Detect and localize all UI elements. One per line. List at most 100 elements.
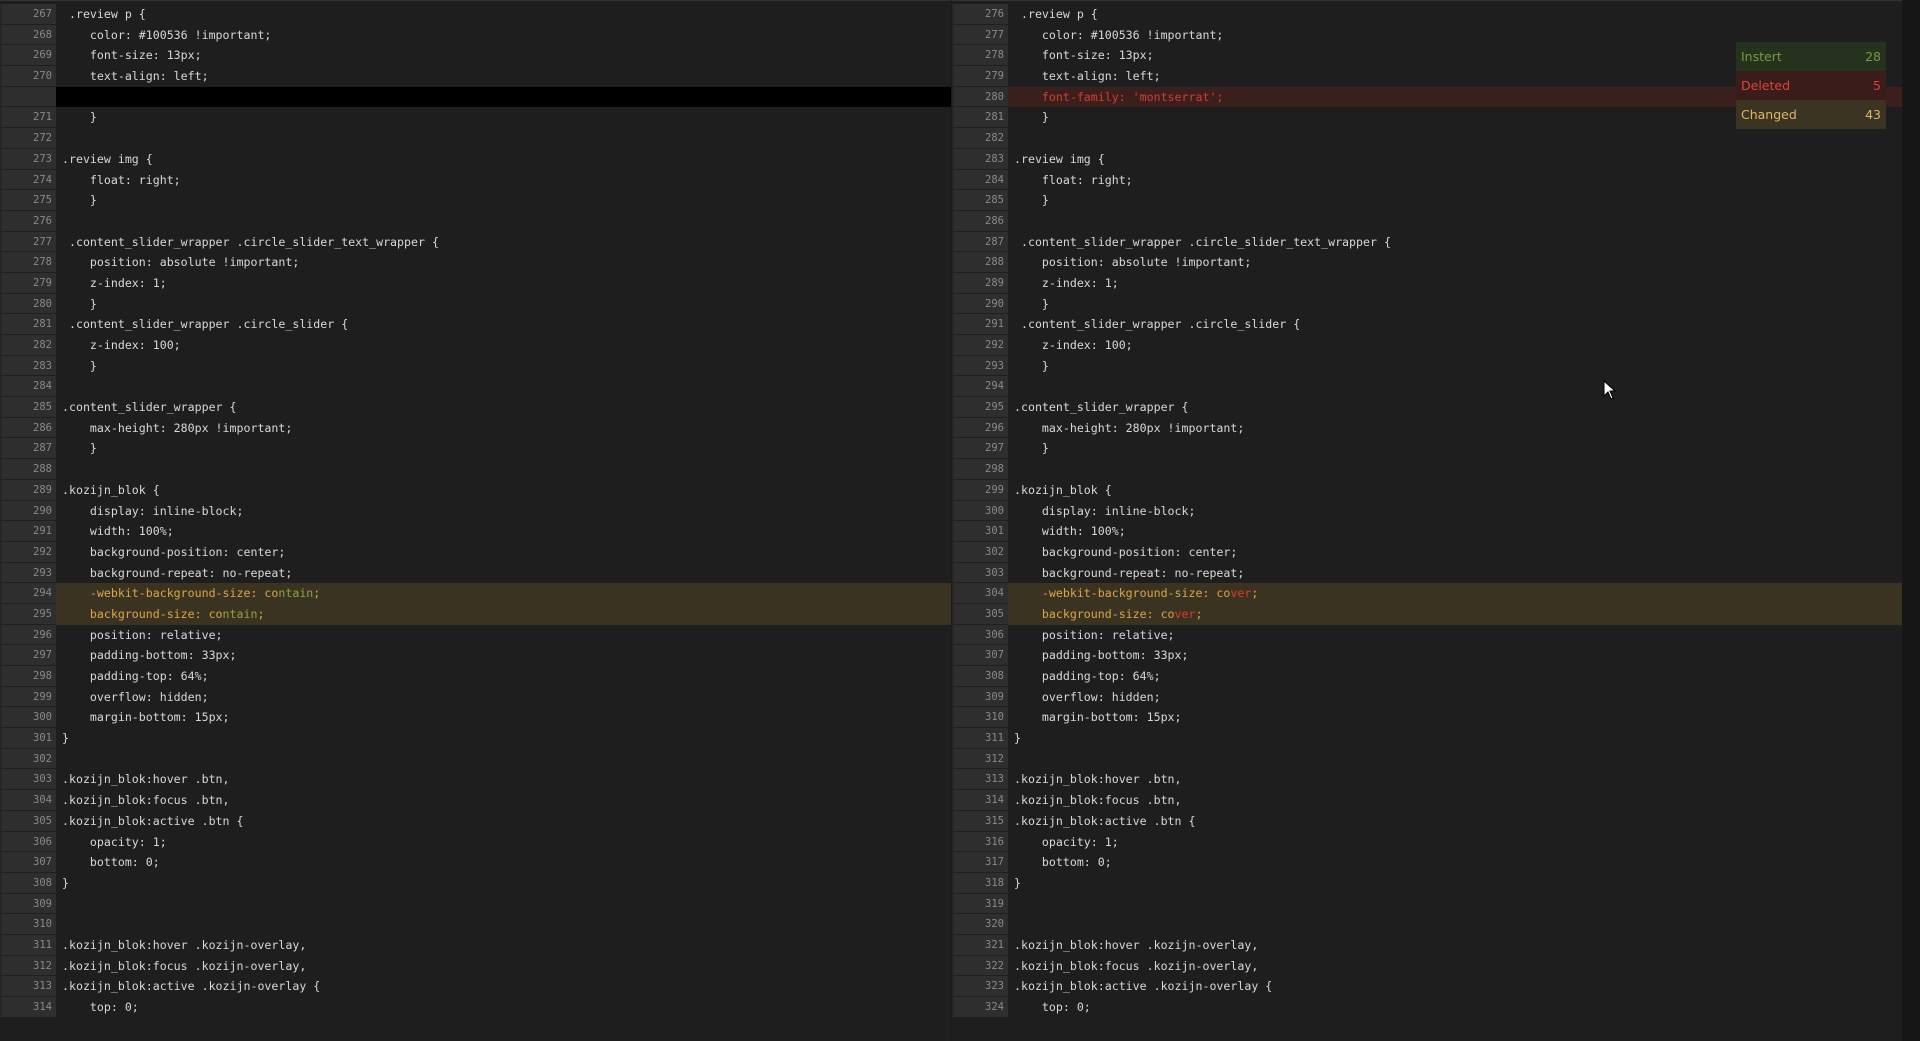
line-number: 293: [0, 562, 56, 584]
code-line: 278 position: absolute !important;: [0, 252, 951, 273]
line-number: 283: [952, 148, 1008, 170]
changed-segment: ntain: [222, 606, 258, 621]
code-text: position: absolute !important;: [1014, 255, 1252, 270]
line-number: 311: [952, 728, 1008, 749]
code-text: padding-bottom: 33px;: [1014, 648, 1189, 663]
line-number: 308: [0, 872, 56, 894]
code-segment: ;: [1195, 606, 1203, 621]
code-text: background-position: center;: [62, 544, 286, 559]
code-line: 321 .kozijn_blok:hover .kozijn-overlay,: [952, 934, 1902, 956]
code-text: .content_slider_wrapper .circle_slider_t…: [62, 234, 439, 249]
code-line: 283 }: [0, 355, 951, 377]
line-number: 318: [952, 872, 1008, 894]
diff-legend: Instert 28 Deleted 5 Changed 43: [1736, 42, 1886, 129]
code-text: background-repeat: no-repeat;: [62, 565, 293, 580]
code-text: .kozijn_blok:active .kozijn-overlay {: [1014, 979, 1273, 994]
line-number: 312: [952, 748, 1008, 770]
code-line: 310: [0, 914, 951, 935]
line-number: 319: [952, 893, 1008, 915]
code-text: z-index: 100;: [62, 338, 181, 352]
code-line: 292 z-index: 100;: [952, 335, 1902, 356]
code-line: 286 max-height: 280px !important;: [0, 417, 951, 439]
line-number: 291: [952, 314, 1008, 335]
code-line: 307 bottom: 0;: [0, 852, 951, 873]
changed-segment: ntain: [278, 586, 314, 601]
code-text: padding-bottom: 33px;: [62, 648, 237, 663]
code-line-changed: 304 -webkit-background-size: cover;: [952, 583, 1902, 604]
code-text: overflow: hidden;: [1014, 689, 1161, 704]
line-number: 301: [0, 728, 56, 749]
line-number: 298: [952, 459, 1008, 480]
line-number: 286: [0, 417, 56, 439]
code-line: 306 opacity: 1;: [0, 831, 951, 853]
line-number: 294: [952, 376, 1008, 398]
code-text: text-align: left;: [62, 69, 209, 84]
legend-insert-count: 28: [1865, 49, 1881, 64]
line-number: 323: [952, 976, 1008, 997]
line-number: 306: [952, 624, 1008, 646]
line-number: 285: [952, 190, 1008, 211]
code-line: 271 }: [0, 107, 951, 129]
code-line: 293 }: [952, 355, 1902, 377]
code-line: 282 z-index: 100;: [0, 335, 951, 356]
code-text: background-size: contain;: [56, 603, 951, 625]
code-line: 292 background-position: center;: [0, 541, 951, 563]
code-line: 275 }: [0, 190, 951, 211]
line-number: 270: [0, 66, 56, 87]
legend-changed-label: Changed: [1741, 107, 1797, 122]
scrollbar[interactable]: [1902, 0, 1920, 1041]
changed-segment: ver: [1230, 586, 1252, 601]
line-number: 303: [952, 562, 1008, 584]
code-line: 288: [0, 459, 951, 480]
code-line: 304 .kozijn_blok:focus .btn,: [0, 790, 951, 811]
line-number: 293: [952, 355, 1008, 377]
code-line: 289 z-index: 1;: [952, 272, 1902, 294]
code-line: 286: [952, 210, 1902, 232]
code-text: opacity: 1;: [62, 834, 167, 849]
code-text: position: relative;: [62, 627, 223, 642]
legend-deleted-label: Deleted: [1741, 78, 1791, 93]
changed-segment: ver: [1174, 606, 1196, 621]
line-number: 307: [0, 852, 56, 873]
line-number: 303: [0, 769, 56, 791]
right-diff-pane[interactable]: 276 .review p {277 color: #100536 !impor…: [952, 0, 1902, 1041]
line-number: 298: [0, 666, 56, 687]
code-line: 270 text-align: left;: [0, 66, 951, 87]
code-line: 312: [952, 748, 1902, 770]
line-number: 279: [952, 66, 1008, 87]
line-number: 291: [0, 521, 56, 542]
code-line: 268 color: #100536 !important;: [0, 24, 951, 46]
code-line-changed: 305 background-size: cover;: [952, 603, 1902, 625]
code-text: [56, 86, 951, 108]
code-line: 313 .kozijn_blok:active .kozijn-overlay {: [0, 976, 951, 997]
code-line: 303 background-repeat: no-repeat;: [952, 562, 1902, 584]
line-number: 288: [0, 459, 56, 480]
line-number: 278: [952, 45, 1008, 67]
code-text: .kozijn_blok:hover .kozijn-overlay,: [1014, 937, 1259, 952]
line-number: 275: [0, 190, 56, 211]
line-number: 313: [952, 769, 1008, 791]
code-text: float: right;: [1014, 172, 1133, 187]
code-line: 313 .kozijn_blok:hover .btn,: [952, 769, 1902, 791]
code-text: -webkit-background-size: cover;: [1008, 583, 1902, 604]
code-text: .kozijn_blok:hover .btn,: [1014, 772, 1182, 787]
code-line: 284: [0, 376, 951, 398]
code-line: 314 .kozijn_blok:focus .btn,: [952, 790, 1902, 811]
line-number: 287: [952, 231, 1008, 253]
code-text: margin-bottom: 15px;: [62, 710, 230, 725]
code-line: 276: [0, 210, 951, 232]
line-number: 278: [0, 252, 56, 273]
line-number: 324: [952, 997, 1008, 1018]
legend-changed: Changed 43: [1736, 100, 1886, 129]
line-number: 290: [952, 293, 1008, 315]
line-number: 306: [0, 831, 56, 853]
line-number: 304: [0, 790, 56, 811]
code-text: -webkit-background-size: contain;: [56, 583, 951, 604]
left-diff-pane[interactable]: 267 .review p {268 color: #100536 !impor…: [0, 0, 951, 1041]
code-line: 298 padding-top: 64%;: [0, 666, 951, 687]
